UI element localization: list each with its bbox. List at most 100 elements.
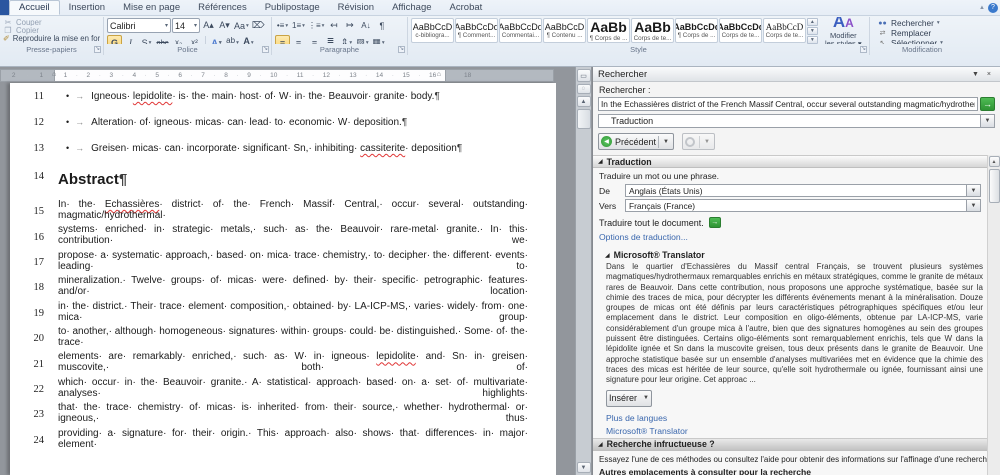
scroll-down-button[interactable]: ▼ — [576, 462, 591, 473]
document-line-13[interactable]: 13 • → Greisen· micas· can· incorporate· si… — [30, 143, 556, 169]
next-button-disabled[interactable]: ▼ — [681, 133, 715, 150]
bold-button[interactable]: G — [107, 35, 122, 44]
change-styles-button[interactable]: AA Modifier les styles ▾ — [821, 17, 866, 44]
align-left-button[interactable]: ≡ — [275, 35, 290, 44]
document-line-23[interactable]: 23 that· the· trace· chemistry· of· micas… — [30, 402, 556, 427]
decrease-indent-button[interactable]: ↤ — [326, 18, 341, 33]
document-line-12[interactable]: 12 • → Alteration· of· igneous· micas· can·… — [30, 117, 556, 143]
clipboard-dialog-launcher-icon[interactable]: ↘ — [94, 46, 101, 53]
subscript-button[interactable]: x₂ — [171, 35, 186, 44]
translator-section-header[interactable]: ◢ Microsoft® Translator — [593, 246, 987, 262]
document-line-24[interactable]: 24 providing· a· signature· for· their· o… — [30, 428, 556, 453]
clear-formatting-button[interactable]: ⌦ — [251, 18, 266, 33]
tab-insertion[interactable]: Insertion — [60, 0, 114, 15]
style-gallery-item-7[interactable]: AaBbCcDc ¶ Corps de ... — [675, 18, 718, 43]
translation-options-link[interactable]: Options de traduction... — [599, 232, 688, 242]
search-scope-select[interactable]: Traduction ▼ — [598, 114, 995, 128]
document-line-20[interactable]: 20 to· another,· although· homogeneous· s… — [30, 326, 556, 351]
left-indent-marker[interactable]: ⌂ — [52, 71, 56, 78]
superscript-button[interactable]: x² — [187, 35, 202, 44]
line-spacing-button[interactable]: ⇕ ▾ — [339, 35, 354, 44]
cut-button[interactable]: ✂ Couper — [3, 18, 100, 26]
find-button[interactable]: ●● Rechercher ▾ — [877, 18, 971, 28]
style-gallery-item-5[interactable]: AaBb ¶ Corps de ... — [587, 18, 630, 43]
document-line-17[interactable]: 17 propose· a· systematic· approach,· bas… — [30, 250, 556, 275]
sort-button[interactable]: A↓ — [358, 18, 373, 33]
view-ruler-toggle-button[interactable]: ▭ — [576, 69, 591, 82]
from-language-select[interactable]: Anglais (États Unis) ▼ — [625, 184, 981, 197]
right-indent-marker[interactable]: ⌂ — [437, 71, 441, 78]
styles-dialog-launcher-icon[interactable]: ↘ — [860, 46, 867, 53]
pane-scroll-up-icon[interactable]: ▲ — [988, 156, 1000, 167]
tab-affichage[interactable]: Affichage — [383, 0, 440, 15]
document-line-11[interactable]: 11 • → Igneous· lepidolite· is· the· main· … — [30, 91, 556, 117]
strikethrough-button[interactable]: abc — [155, 35, 170, 44]
tab-publipostage[interactable]: Publipostage — [256, 0, 329, 15]
font-dialog-launcher-icon[interactable]: ↘ — [262, 46, 269, 53]
pane-scrollbar-thumb[interactable] — [988, 169, 1000, 203]
underline-button[interactable]: S ▾ — [139, 35, 154, 45]
highlight-button[interactable]: ab ▾ — [225, 35, 240, 45]
document-page[interactable]: 11 • → Igneous· lepidolite· is· the· main· … — [10, 83, 556, 475]
text-effects-button[interactable]: A ▾ — [209, 35, 224, 45]
document-line-14[interactable]: 14 Abstract¶ — [30, 171, 556, 199]
document-line-18[interactable]: 18 mineralization.· Twelve· groups· of· m… — [30, 275, 556, 300]
scroll-up-button[interactable]: ▲ — [576, 96, 591, 107]
style-gallery-item-9[interactable]: AaBbCcD Corps de te... — [763, 18, 806, 43]
style-gallery-item-3[interactable]: AaBbCcDd Commentai... — [499, 18, 542, 43]
insert-button[interactable]: Insérer ▼ — [606, 389, 652, 407]
scrollbar-thumb[interactable] — [576, 109, 591, 129]
format-painter-button[interactable]: ✐ Reproduire la mise en forme — [3, 35, 100, 43]
section-no-results-header[interactable]: ◢ Recherche infructueuse ? — [593, 437, 1000, 451]
document-line-16[interactable]: 16 systems· enriched· in· strategic· meta… — [30, 224, 556, 249]
bullets-button[interactable]: •≡ ▾ — [275, 18, 290, 33]
tab-révision[interactable]: Révision — [329, 0, 383, 15]
grow-font-button[interactable]: A▴ — [201, 18, 216, 33]
borders-button[interactable]: ▦ ▾ — [371, 35, 386, 44]
style-gallery-item-1[interactable]: AaBbCcD c-bibliogra... — [411, 18, 454, 43]
file-tab-stub[interactable] — [0, 0, 9, 15]
help-icon[interactable]: ? — [988, 2, 998, 13]
replace-button[interactable]: ⇄ Remplacer — [877, 28, 971, 38]
scroll-options-button[interactable]: ◌ — [576, 84, 591, 94]
shrink-font-button[interactable]: A▾ — [217, 18, 232, 33]
shading-button[interactable]: ▨ ▾ — [355, 35, 370, 44]
tab-mise-en-page[interactable]: Mise en page — [114, 0, 189, 15]
style-gallery-item-2[interactable]: AaBbCcDd ¶ Comment... — [455, 18, 498, 43]
more-languages-link[interactable]: Plus de langues — [606, 413, 987, 423]
style-gallery-item-8[interactable]: AaBbCcDc Corps de te... — [719, 18, 762, 43]
font-color-button[interactable]: A ▾ — [241, 35, 256, 45]
microsoft-translator-link[interactable]: Microsoft® Translator — [606, 426, 987, 436]
style-gallery-item-6[interactable]: AaBb Corps de te... — [631, 18, 674, 43]
search-input[interactable] — [598, 97, 978, 111]
tab-acrobat[interactable]: Acrobat — [441, 0, 492, 15]
tab-références[interactable]: Références — [189, 0, 256, 15]
translate-all-button[interactable]: → — [708, 217, 721, 228]
document-scrollbar[interactable]: ▭ ◌ ▲ ▼ — [575, 67, 591, 475]
gallery-up-icon[interactable]: ▲ — [807, 18, 818, 26]
tab-accueil[interactable]: Accueil — [9, 0, 60, 15]
italic-button[interactable]: I — [123, 35, 138, 45]
change-case-button[interactable]: Aa ▾ — [233, 18, 250, 33]
document-line-19[interactable]: 19 in· the· district.· Their· trace· elem… — [30, 301, 556, 326]
multilevel-list-button[interactable]: ⋮≡ ▾ — [307, 18, 325, 33]
pane-menu-icon[interactable]: ▼ — [968, 71, 983, 78]
font-size-combo[interactable]: 14 ▾ — [172, 18, 200, 33]
start-search-button[interactable]: → — [980, 97, 995, 111]
numbering-button[interactable]: 1≡ ▾ — [291, 18, 306, 33]
document-line-15[interactable]: 15 In· the· Echassières· district· of· th… — [30, 199, 556, 224]
to-language-select[interactable]: Français (France) ▼ — [625, 199, 981, 212]
horizontal-ruler[interactable]: 2 · 1 ⌂ ⌂ 1 · 2 · 3 · 4 · 5 · 6 · 7 · 8 · 9 · 10 · 11 · 12 · 13 · 14… — [0, 69, 570, 82]
align-center-button[interactable]: ≡ — [291, 35, 306, 45]
copy-button[interactable]: ❐ Copier — [3, 26, 100, 34]
minimize-ribbon-icon[interactable]: ▲ — [979, 5, 985, 11]
show-formatting-marks-button[interactable]: ¶ — [374, 18, 389, 33]
font-family-combo[interactable]: Calibri ▾ — [107, 18, 171, 33]
document-line-21[interactable]: 21 elements· are· remarkably· enriched,· … — [30, 351, 556, 376]
pane-scrollbar[interactable]: ▲ — [987, 155, 1000, 475]
gallery-down-icon[interactable]: ▼ — [807, 27, 818, 35]
justify-button[interactable]: ≣ — [323, 35, 338, 44]
previous-button[interactable]: ◀ Précédent ▼ — [598, 133, 674, 150]
pane-close-icon[interactable]: × — [983, 71, 995, 78]
paragraph-dialog-launcher-icon[interactable]: ↘ — [398, 46, 405, 53]
